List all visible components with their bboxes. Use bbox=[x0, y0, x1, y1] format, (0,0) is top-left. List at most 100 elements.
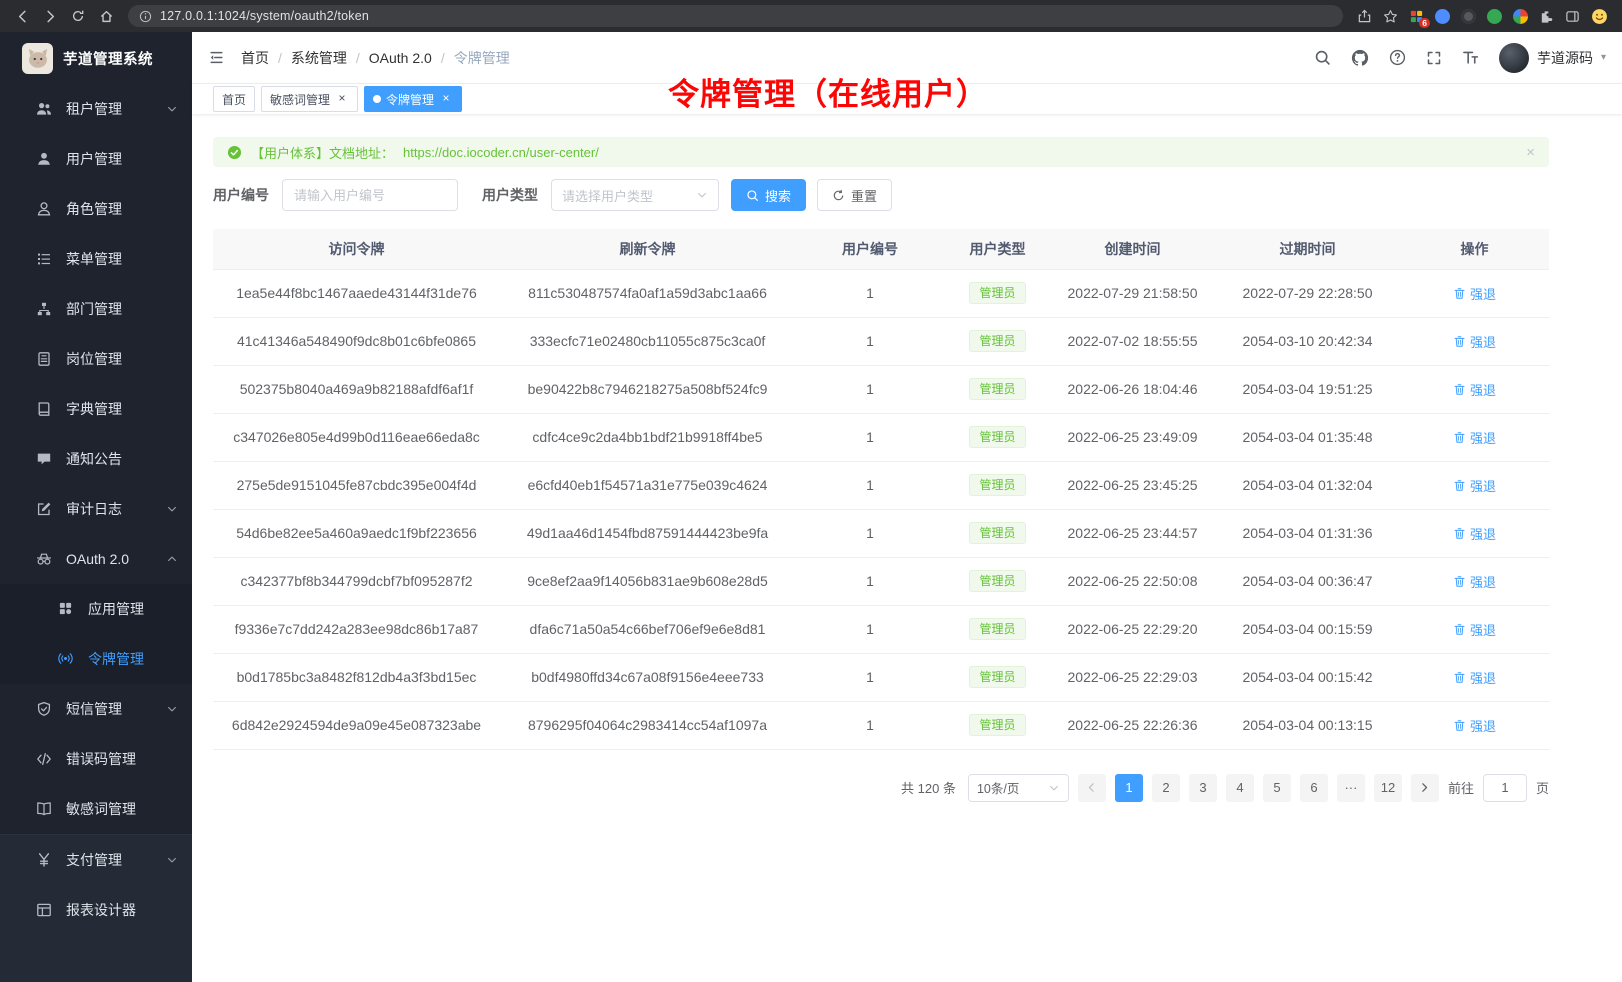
url-bar[interactable]: 127.0.0.1:1024/system/oauth2/token bbox=[128, 5, 1343, 27]
chevron-left-icon bbox=[1085, 781, 1098, 794]
breadcrumb-system[interactable]: 系统管理 bbox=[269, 48, 347, 68]
sidebar-toggle-icon[interactable] bbox=[208, 49, 225, 66]
force-logout-button[interactable]: 强退 bbox=[1453, 620, 1496, 639]
user-type-badge: 管理员 bbox=[969, 426, 1025, 448]
expire-time-cell: 2054-03-04 00:36:47 bbox=[1215, 557, 1400, 605]
page-button-5[interactable]: 5 bbox=[1263, 774, 1291, 802]
prev-page-button[interactable] bbox=[1078, 774, 1106, 802]
logo-image bbox=[22, 43, 53, 74]
extension-grid-icon[interactable]: 6 bbox=[1409, 9, 1424, 24]
sidebar-item-dict-management[interactable]: 字典管理 bbox=[0, 384, 192, 434]
sidebar-menu: 租户管理 用户管理 角色管理 菜单管理 部门管理 岗位管理 bbox=[0, 84, 192, 982]
total-count: 共 120 条 bbox=[901, 778, 956, 797]
user-menu[interactable]: 芋道源码 ▾ bbox=[1499, 43, 1606, 73]
force-logout-button[interactable]: 强退 bbox=[1453, 572, 1496, 591]
sidebar-item-audit-log[interactable]: 审计日志 bbox=[0, 484, 192, 534]
col-user-id: 用户编号 bbox=[795, 229, 945, 269]
page-button-6[interactable]: 6 bbox=[1300, 774, 1328, 802]
close-icon[interactable]: × bbox=[335, 92, 349, 106]
force-logout-button[interactable]: 强退 bbox=[1453, 668, 1496, 687]
breadcrumb-home[interactable]: 首页 bbox=[241, 48, 269, 68]
user-type-badge: 管理员 bbox=[969, 330, 1025, 352]
fullscreen-icon[interactable] bbox=[1426, 50, 1442, 66]
back-icon[interactable] bbox=[10, 4, 34, 28]
create-time-cell: 2022-07-02 18:55:55 bbox=[1050, 317, 1215, 365]
page-button-2[interactable]: 2 bbox=[1152, 774, 1180, 802]
close-icon[interactable]: × bbox=[1526, 145, 1535, 160]
breadcrumb-current: 令牌管理 bbox=[432, 48, 510, 68]
create-time-cell: 2022-06-25 22:29:03 bbox=[1050, 653, 1215, 701]
github-icon[interactable] bbox=[1351, 49, 1369, 67]
bookmark-star-icon[interactable] bbox=[1383, 9, 1398, 24]
font-size-icon[interactable] bbox=[1462, 49, 1479, 66]
sidebar-item-report-designer[interactable]: 报表设计器 bbox=[0, 885, 192, 935]
user-type-cell: 管理员 bbox=[945, 605, 1050, 653]
user-id-cell: 1 bbox=[795, 317, 945, 365]
home-icon[interactable] bbox=[94, 4, 118, 28]
share-icon[interactable] bbox=[1357, 9, 1372, 24]
sidebar-item-oauth2[interactable]: OAuth 2.0 bbox=[0, 534, 192, 584]
sidebar-item-dept-management[interactable]: 部门管理 bbox=[0, 284, 192, 334]
browser-actions: 6 bbox=[1357, 8, 1612, 25]
user-id-cell: 1 bbox=[795, 557, 945, 605]
user-type-select[interactable]: 请选择用户类型 bbox=[551, 179, 719, 211]
search-button[interactable]: 搜索 bbox=[731, 179, 806, 211]
sidebar-item-payment-management[interactable]: 支付管理 bbox=[0, 835, 192, 885]
help-icon[interactable] bbox=[1389, 49, 1406, 66]
next-page-button[interactable] bbox=[1411, 774, 1439, 802]
page-button-4[interactable]: 4 bbox=[1226, 774, 1254, 802]
force-logout-button[interactable]: 强退 bbox=[1453, 476, 1496, 495]
force-logout-button[interactable]: 强退 bbox=[1453, 380, 1496, 399]
force-logout-button[interactable]: 强退 bbox=[1453, 428, 1496, 447]
extension-green-icon[interactable] bbox=[1487, 9, 1502, 24]
puzzle-icon[interactable] bbox=[1539, 9, 1554, 24]
sidebar-item-token-management[interactable]: 令牌管理 bbox=[0, 634, 192, 684]
reset-button[interactable]: 重置 bbox=[817, 179, 892, 211]
site-info-icon[interactable] bbox=[139, 10, 152, 23]
goto-page-input[interactable] bbox=[1483, 774, 1527, 802]
app-logo[interactable]: 芋道管理系统 bbox=[0, 32, 192, 84]
close-icon[interactable]: × bbox=[439, 92, 453, 106]
trash-icon bbox=[1453, 719, 1466, 732]
col-user-type: 用户类型 bbox=[945, 229, 1050, 269]
chevron-down-icon bbox=[166, 703, 178, 715]
page-size-value: 10条/页 bbox=[977, 778, 1019, 797]
tab-token-management[interactable]: 令牌管理 × bbox=[364, 86, 462, 112]
reload-icon[interactable] bbox=[66, 4, 90, 28]
tab-home[interactable]: 首页 bbox=[213, 86, 255, 112]
search-icon[interactable] bbox=[1314, 49, 1331, 66]
breadcrumb-oauth2[interactable]: OAuth 2.0 bbox=[347, 50, 432, 66]
force-logout-button[interactable]: 强退 bbox=[1453, 716, 1496, 735]
sidebar-item-notice[interactable]: 通知公告 bbox=[0, 434, 192, 484]
page-button-12[interactable]: 12 bbox=[1374, 774, 1402, 802]
tab-sensitive-word[interactable]: 敏感词管理 × bbox=[261, 86, 358, 112]
extension-dark-icon[interactable] bbox=[1461, 9, 1476, 24]
extension-color-icon[interactable] bbox=[1513, 9, 1528, 24]
alert-doc-link[interactable]: https://doc.iocoder.cn/user-center/ bbox=[403, 145, 599, 160]
sidebar-item-error-code-management[interactable]: 错误码管理 bbox=[0, 734, 192, 784]
more-pages-button[interactable]: ··· bbox=[1337, 774, 1365, 802]
select-placeholder: 请选择用户类型 bbox=[562, 186, 653, 205]
force-logout-button[interactable]: 强退 bbox=[1453, 284, 1496, 303]
sidebar-item-user-management[interactable]: 用户管理 bbox=[0, 134, 192, 184]
trash-icon bbox=[1453, 575, 1466, 588]
force-logout-button[interactable]: 强退 bbox=[1453, 332, 1496, 351]
user-type-badge: 管理员 bbox=[969, 666, 1025, 688]
user-type-cell: 管理员 bbox=[945, 461, 1050, 509]
sidebar-item-post-management[interactable]: 岗位管理 bbox=[0, 334, 192, 384]
sidebar-panel-icon[interactable] bbox=[1565, 9, 1580, 24]
page-size-select[interactable]: 10条/页 bbox=[968, 774, 1069, 802]
user-id-input[interactable] bbox=[282, 179, 458, 211]
page-button-1[interactable]: 1 bbox=[1115, 774, 1143, 802]
sidebar-item-sensitive-word-management[interactable]: 敏感词管理 bbox=[0, 784, 192, 834]
sidebar-item-role-management[interactable]: 角色管理 bbox=[0, 184, 192, 234]
force-logout-button[interactable]: 强退 bbox=[1453, 524, 1496, 543]
sidebar-item-sms-management[interactable]: 短信管理 bbox=[0, 684, 192, 734]
sidebar-item-tenant-management[interactable]: 租户管理 bbox=[0, 84, 192, 134]
page-button-3[interactable]: 3 bbox=[1189, 774, 1217, 802]
sidebar-item-app-management[interactable]: 应用管理 bbox=[0, 584, 192, 634]
sidebar-item-menu-management[interactable]: 菜单管理 bbox=[0, 234, 192, 284]
profile-avatar[interactable] bbox=[1591, 8, 1608, 25]
forward-icon[interactable] bbox=[38, 4, 62, 28]
extension-blue-icon[interactable] bbox=[1435, 9, 1450, 24]
